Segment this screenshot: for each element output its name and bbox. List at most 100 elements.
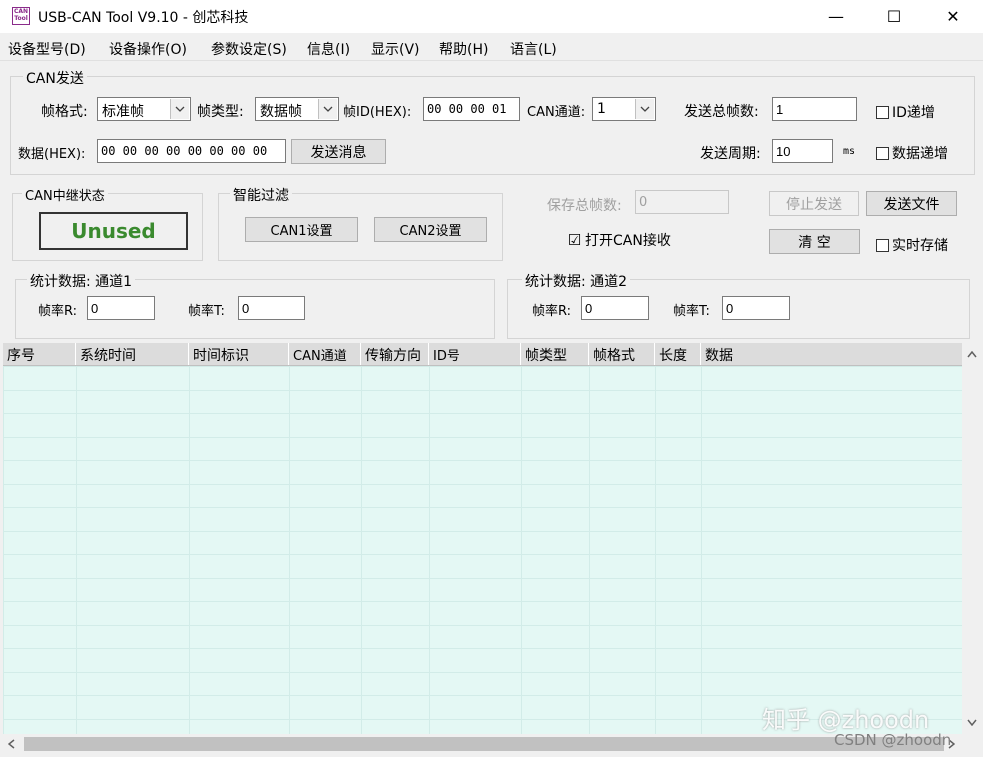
column-header-frame-format[interactable]: 帧格式 <box>589 343 655 365</box>
stats-channel1-title: 统计数据: 通道1 <box>27 271 136 291</box>
can1-settings-button[interactable]: CAN1设置 <box>245 217 358 242</box>
data-increment-checkbox[interactable]: 数据递增 <box>876 143 948 163</box>
can-send-group-title: CAN发送 <box>23 68 87 88</box>
frame-format-select[interactable]: 标准帧 <box>97 97 191 121</box>
grid-column-line <box>189 366 190 734</box>
maximize-button[interactable]: ☐ <box>871 0 917 33</box>
total-frames-label: 发送总帧数: <box>684 104 759 120</box>
grid-column-line <box>589 366 590 734</box>
can-channel-value: 1 <box>597 101 606 117</box>
column-header-can-channel[interactable]: CAN通道 <box>289 343 361 365</box>
stats1-rate-t-value: 0 <box>238 296 305 320</box>
column-header-length[interactable]: 长度 <box>655 343 701 365</box>
relay-status-text: Unused <box>71 219 156 243</box>
id-increment-checkbox[interactable]: ID递增 <box>876 102 935 122</box>
grid-row-line <box>3 695 962 696</box>
grid-row-line <box>3 648 962 649</box>
title-bar: CAN Tool USB-CAN Tool V9.10 - 创芯科技 — ☐ ✕ <box>0 0 983 33</box>
frame-type-select[interactable]: 数据帧 <box>255 97 339 121</box>
grid-column-line <box>521 366 522 734</box>
menu-help[interactable]: 帮助(H) <box>439 39 488 59</box>
scroll-left-icon[interactable] <box>7 738 15 752</box>
frame-type-value: 数据帧 <box>260 104 302 120</box>
window-title: USB-CAN Tool V9.10 - 创芯科技 <box>38 10 249 26</box>
grid-column-line <box>3 366 4 734</box>
column-header-system-time[interactable]: 系统时间 <box>76 343 189 365</box>
grid-row-line <box>3 601 962 602</box>
grid-column-line <box>361 366 362 734</box>
chevron-down-icon <box>635 99 654 119</box>
menu-device-model[interactable]: 设备型号(D) <box>8 39 86 59</box>
stats1-rate-t-label: 帧率T: <box>188 304 225 319</box>
stats2-rate-r-label: 帧率R: <box>532 304 572 319</box>
saved-frames-input: 0 <box>635 190 729 214</box>
stats1-rate-r-label: 帧率R: <box>38 304 78 319</box>
frame-id-input[interactable]: 00 00 00 01 <box>423 97 520 121</box>
stats2-rate-t-value: 0 <box>722 296 790 320</box>
menu-display[interactable]: 显示(V) <box>371 39 420 59</box>
chevron-down-icon <box>318 99 337 119</box>
send-message-button[interactable]: 发送消息 <box>291 139 386 164</box>
period-unit: ms <box>843 146 856 157</box>
grid-row-line <box>3 531 962 532</box>
grid-row-line <box>3 460 962 461</box>
id-increment-label: ID递增 <box>892 105 935 121</box>
scroll-up-icon[interactable] <box>967 347 977 361</box>
menu-parameter-settings[interactable]: 参数设定(S) <box>211 39 287 59</box>
chevron-down-icon <box>170 99 189 119</box>
horizontal-scroll-thumb[interactable] <box>24 737 944 751</box>
grid-column-line <box>289 366 290 734</box>
app-icon: CAN Tool <box>12 7 30 25</box>
column-header-id[interactable]: ID号 <box>429 343 521 365</box>
column-header-timestamp[interactable]: 时间标识 <box>189 343 289 365</box>
stop-send-button[interactable]: 停止发送 <box>769 191 859 216</box>
menu-info[interactable]: 信息(I) <box>307 39 350 59</box>
message-table[interactable] <box>3 343 962 734</box>
menu-bar: 设备型号(D) 设备操作(O) 参数设定(S) 信息(I) 显示(V) 帮助(H… <box>0 33 983 61</box>
grid-row-line <box>3 507 962 508</box>
can2-settings-button[interactable]: CAN2设置 <box>374 217 487 242</box>
open-can-receive-label: 打开CAN接收 <box>585 233 671 249</box>
csdn-watermark: CSDN @zhoodn <box>834 731 952 749</box>
send-file-button[interactable]: 发送文件 <box>866 191 957 216</box>
stats-channel2-title: 统计数据: 通道2 <box>522 271 631 291</box>
frame-format-label: 帧格式: <box>41 104 88 120</box>
column-header-data[interactable]: 数据 <box>701 343 962 365</box>
saved-frames-label: 保存总帧数: <box>547 198 622 214</box>
column-header-index[interactable]: 序号 <box>3 343 76 365</box>
grid-row-line <box>3 625 962 626</box>
menu-device-operation[interactable]: 设备操作(O) <box>109 39 187 59</box>
grid-row-line <box>3 672 962 673</box>
grid-column-line <box>429 366 430 734</box>
open-can-receive-checkbox[interactable]: ☑ 打开CAN接收 <box>567 230 671 250</box>
checkbox-icon <box>876 146 889 160</box>
realtime-save-label: 实时存储 <box>892 238 948 254</box>
realtime-save-checkbox[interactable]: 实时存储 <box>876 235 948 255</box>
zhihu-watermark: 知乎 @zhoodn <box>762 706 930 734</box>
data-hex-input[interactable]: 00 00 00 00 00 00 00 00 <box>97 139 286 163</box>
stats2-rate-t-label: 帧率T: <box>673 304 710 319</box>
send-period-input[interactable]: 10 <box>772 139 833 163</box>
column-header-direction[interactable]: 传输方向 <box>361 343 429 365</box>
vertical-scrollbar[interactable] <box>962 343 983 734</box>
frame-type-label: 帧类型: <box>197 104 244 120</box>
total-frames-input[interactable]: 1 <box>772 97 857 121</box>
grid-row-line <box>3 413 962 414</box>
close-button[interactable]: ✕ <box>930 0 976 33</box>
send-period-label: 发送周期: <box>700 146 761 162</box>
menu-language[interactable]: 语言(L) <box>510 39 557 59</box>
stats2-rate-r-value: 0 <box>581 296 649 320</box>
grid-column-line <box>76 366 77 734</box>
minimize-button[interactable]: — <box>813 0 859 33</box>
checkbox-icon <box>876 105 889 119</box>
scroll-down-icon[interactable] <box>967 715 977 729</box>
frame-format-value: 标准帧 <box>102 104 144 120</box>
grid-row-line <box>3 578 962 579</box>
can-channel-select[interactable]: 1 <box>592 97 656 121</box>
data-hex-label: 数据(HEX): <box>18 147 86 162</box>
data-increment-label: 数据递增 <box>892 146 948 162</box>
column-header-frame-type[interactable]: 帧类型 <box>521 343 589 365</box>
grid-row-line <box>3 554 962 555</box>
checkbox-icon <box>876 238 889 252</box>
clear-button[interactable]: 清 空 <box>769 229 860 254</box>
